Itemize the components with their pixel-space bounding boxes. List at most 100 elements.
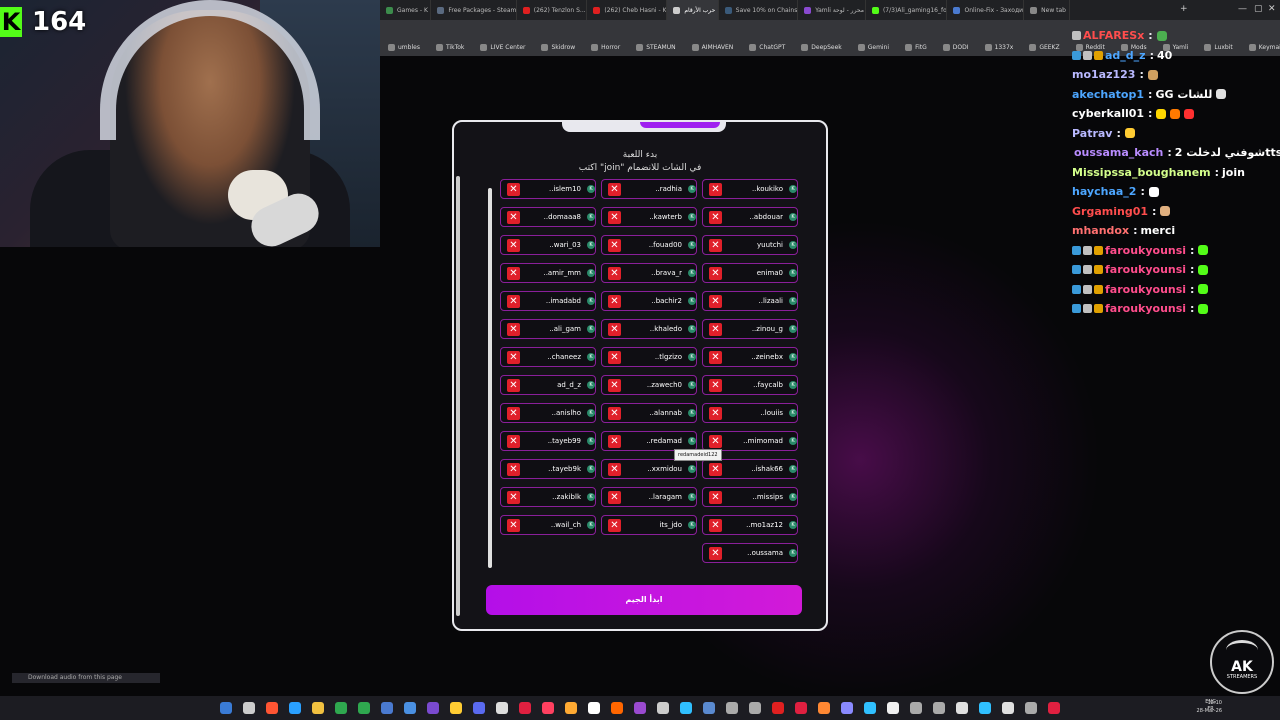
remove-player-button[interactable]: ✕: [507, 378, 520, 392]
bookmark-item[interactable]: Gemini: [850, 43, 897, 51]
download-audio-bar[interactable]: Download audio from this page: [12, 673, 160, 683]
remove-player-button[interactable]: ✕: [507, 518, 520, 532]
modal-tab-active[interactable]: [640, 122, 720, 128]
chat-username[interactable]: faroukyounsi: [1105, 280, 1186, 300]
start-game-button[interactable]: ابدأ الجيم: [486, 585, 802, 615]
remove-player-button[interactable]: ✕: [608, 518, 621, 532]
remove-player-button[interactable]: ✕: [608, 350, 621, 364]
taskbar-app-icon[interactable]: [749, 702, 761, 714]
remove-player-button[interactable]: ✕: [608, 322, 621, 336]
remove-player-button[interactable]: ✕: [709, 210, 722, 224]
taskbar-app-icon[interactable]: [634, 702, 646, 714]
remove-player-button[interactable]: ✕: [608, 406, 621, 420]
remove-player-button[interactable]: ✕: [608, 210, 621, 224]
browser-tab[interactable]: (262) Tenzlon S...: [517, 0, 588, 20]
remove-player-button[interactable]: ✕: [709, 546, 722, 560]
remove-player-button[interactable]: ✕: [507, 210, 520, 224]
remove-player-button[interactable]: ✕: [709, 266, 722, 280]
bookmark-item[interactable]: DODI: [935, 43, 977, 51]
bookmark-item[interactable]: LIVE Center: [472, 43, 533, 51]
remove-player-button[interactable]: ✕: [507, 462, 520, 476]
bookmark-item[interactable]: ChatGPT: [741, 43, 793, 51]
taskbar-app-icon[interactable]: [818, 702, 830, 714]
taskbar-app-icon[interactable]: [703, 702, 715, 714]
browser-tab[interactable]: Online-Fix - Заходи: [947, 0, 1025, 20]
taskbar-app-icon[interactable]: [565, 702, 577, 714]
chat-username[interactable]: Grgaming01: [1072, 202, 1148, 222]
taskbar-app-icon[interactable]: [450, 702, 462, 714]
browser-tab[interactable]: New tab: [1024, 0, 1070, 20]
remove-player-button[interactable]: ✕: [507, 490, 520, 504]
chat-username[interactable]: mo1az123: [1072, 65, 1135, 85]
chat-username[interactable]: ad_d_z: [1105, 46, 1146, 66]
taskbar-app-icon[interactable]: [473, 702, 485, 714]
chat-username[interactable]: ALFARESx: [1083, 26, 1144, 46]
bookmark-item[interactable]: umbles: [380, 43, 428, 51]
chat-username[interactable]: Patrav: [1072, 124, 1112, 144]
bookmark-item[interactable]: DeepSeek: [793, 43, 849, 51]
taskbar-app-icon[interactable]: [266, 702, 278, 714]
taskbar-app-icon[interactable]: [496, 702, 508, 714]
chat-username[interactable]: faroukyounsi: [1105, 260, 1186, 280]
remove-player-button[interactable]: ✕: [507, 434, 520, 448]
taskbar-app-icon[interactable]: [887, 702, 899, 714]
remove-player-button[interactable]: ✕: [507, 294, 520, 308]
remove-player-button[interactable]: ✕: [507, 350, 520, 364]
taskbar-app-icon[interactable]: [726, 702, 738, 714]
chat-username[interactable]: faroukyounsi: [1105, 299, 1186, 319]
bookmark-item[interactable]: STEAMUN: [628, 43, 683, 51]
remove-player-button[interactable]: ✕: [709, 350, 722, 364]
remove-player-button[interactable]: ✕: [507, 182, 520, 196]
bookmark-item[interactable]: TikTok: [428, 43, 472, 51]
taskbar-app-icon[interactable]: [611, 702, 623, 714]
taskbar-app-icon[interactable]: [795, 702, 807, 714]
remove-player-button[interactable]: ✕: [507, 406, 520, 420]
taskbar-app-icon[interactable]: [1025, 702, 1037, 714]
remove-player-button[interactable]: ✕: [709, 406, 722, 420]
browser-tab[interactable]: Save 10% on Chains: [719, 0, 799, 20]
taskbar-app-icon[interactable]: [588, 702, 600, 714]
clock[interactable]: 12:10 28-Mar-26: [1197, 699, 1222, 715]
taskbar-app-icon[interactable]: [657, 702, 669, 714]
player-list-scrollbar[interactable]: [488, 188, 492, 568]
taskbar-app-icon[interactable]: [312, 702, 324, 714]
browser-tab[interactable]: Free Packages - Steam: [431, 0, 517, 20]
taskbar-app-icon[interactable]: [519, 702, 531, 714]
remove-player-button[interactable]: ✕: [608, 266, 621, 280]
chat-username[interactable]: akechatop1: [1072, 85, 1144, 105]
taskbar-app-icon[interactable]: [956, 702, 968, 714]
taskbar-app-icon[interactable]: [542, 702, 554, 714]
remove-player-button[interactable]: ✕: [507, 238, 520, 252]
chat-username[interactable]: cyberkall01: [1072, 104, 1144, 124]
chat-username[interactable]: oussama_kach: [1074, 143, 1163, 163]
taskbar-app-icon[interactable]: [220, 702, 232, 714]
taskbar-app-icon[interactable]: [933, 702, 945, 714]
remove-player-button[interactable]: ✕: [608, 434, 621, 448]
chat-username[interactable]: haychaa_2: [1072, 182, 1136, 202]
bookmark-item[interactable]: Horror: [583, 43, 628, 51]
taskbar-app-icon[interactable]: [358, 702, 370, 714]
taskbar-app-icon[interactable]: [427, 702, 439, 714]
remove-player-button[interactable]: ✕: [709, 182, 722, 196]
taskbar-app-icon[interactable]: [381, 702, 393, 714]
modal-scrollbar[interactable]: [456, 176, 460, 616]
taskbar-app-icon[interactable]: [335, 702, 347, 714]
remove-player-button[interactable]: ✕: [709, 434, 722, 448]
bookmark-item[interactable]: GEEKZ: [1021, 43, 1067, 51]
browser-tab[interactable]: Yamli محرر - لوحة: [798, 0, 866, 20]
bookmark-item[interactable]: AIMHAVEN: [684, 43, 742, 51]
remove-player-button[interactable]: ✕: [709, 294, 722, 308]
remove-player-button[interactable]: ✕: [709, 238, 722, 252]
modal-tab-switcher[interactable]: [562, 122, 726, 132]
remove-player-button[interactable]: ✕: [608, 490, 621, 504]
chat-username[interactable]: faroukyounsi: [1105, 241, 1186, 261]
chat-username[interactable]: mhandox: [1072, 221, 1129, 241]
taskbar-app-icon[interactable]: [1002, 702, 1014, 714]
taskbar-app-icon[interactable]: [910, 702, 922, 714]
taskbar-app-icon[interactable]: [772, 702, 784, 714]
browser-tab[interactable]: Games - K: [380, 0, 432, 20]
remove-player-button[interactable]: ✕: [608, 182, 621, 196]
remove-player-button[interactable]: ✕: [608, 238, 621, 252]
taskbar-app-icon[interactable]: [404, 702, 416, 714]
taskbar-app-icon[interactable]: [864, 702, 876, 714]
